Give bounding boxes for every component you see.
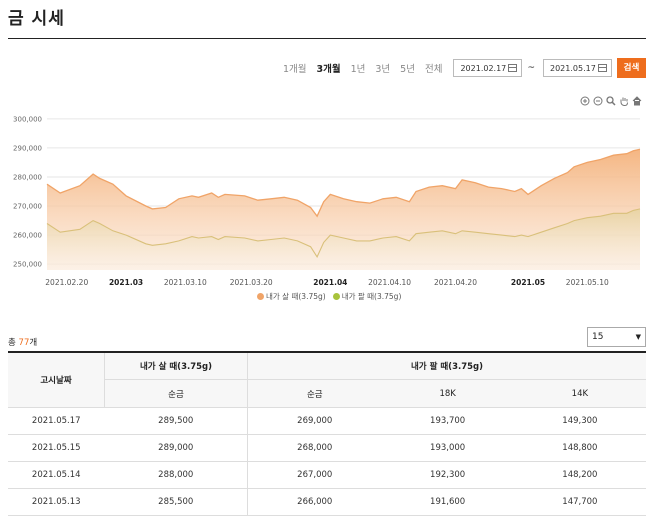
y-tick-label: 270,000 (13, 203, 42, 211)
col-date-header: 고시날짜 (8, 352, 105, 408)
magnifier-icon[interactable] (606, 96, 616, 106)
search-button[interactable]: 검색 (617, 58, 646, 78)
table-row: 2021.05.17 289,500 269,000 193,700 149,3… (8, 407, 646, 435)
period-1-month[interactable]: 1개월 (283, 61, 307, 75)
col-18k-header: 18K (381, 379, 514, 408)
home-icon[interactable] (632, 96, 642, 106)
cell-14k: 148,800 (513, 434, 646, 462)
total-count: 총 77개 (8, 336, 37, 348)
table-row: 2021.05.13 285,500 266,000 191,600 147,7… (8, 488, 646, 516)
period-filter-bar: 1개월 3개월 1년 3년 5년 전체 2021.02.17 ~ 2021.05… (278, 58, 646, 78)
dropdown-arrow-icon: ▼ (635, 333, 641, 341)
page-size-select[interactable]: 15 ▼ (587, 327, 646, 347)
x-tick-label: 2021.04.10 (368, 278, 411, 287)
y-tick-label: 280,000 (13, 173, 42, 181)
x-tick-label: 2021.02.20 (45, 278, 88, 287)
cell-14k: 147,700 (513, 488, 646, 516)
x-tick-label: 2021.05.10 (566, 278, 609, 287)
y-tick-label: 250,000 (13, 261, 42, 269)
period-all[interactable]: 전체 (425, 61, 442, 75)
start-date-input[interactable]: 2021.02.17 (453, 59, 523, 77)
zoom-in-icon[interactable] (580, 96, 590, 106)
total-suffix: 개 (29, 338, 38, 348)
total-count-value: 77 (18, 338, 30, 348)
title-divider (8, 38, 646, 39)
cell-buy: 289,500 (104, 407, 248, 435)
period-3-years[interactable]: 3년 (375, 61, 390, 75)
col-sell-group-header: 내가 팔 때(3.75g) (247, 352, 646, 380)
col-sell-pure-header: 순금 (247, 379, 382, 408)
total-prefix: 총 (8, 338, 19, 348)
calendar-icon[interactable] (508, 64, 518, 72)
x-tick-label: 2021.04.20 (434, 278, 477, 287)
y-tick-label: 290,000 (13, 144, 42, 152)
period-5-years[interactable]: 5년 (400, 61, 415, 75)
page-size-value: 15 (592, 332, 604, 342)
cell-sell-pure: 269,000 (247, 407, 382, 435)
chart-legend: 내가 살 때(3.75g) 내가 팔 때(3.75g) (257, 291, 401, 302)
cell-18k: 191,600 (381, 488, 514, 516)
table-row: 2021.05.14 288,000 267,000 192,300 148,2… (8, 461, 646, 489)
date-range-separator: ~ (527, 63, 535, 73)
period-1-year[interactable]: 1년 (351, 61, 366, 75)
col-14k-header: 14K (513, 379, 646, 408)
cell-date: 2021.05.13 (8, 488, 105, 516)
cell-14k: 148,200 (513, 461, 646, 489)
zoom-out-icon[interactable] (593, 96, 603, 106)
col-buy-group-header: 내가 살 때(3.75g) (104, 352, 248, 380)
x-tick-label: 2021.03 (109, 278, 143, 287)
price-chart: 300,000 290,000 280,000 270,000 260,000 250,0… (13, 115, 641, 287)
y-tick-label: 260,000 (13, 232, 42, 240)
x-tick-label: 2021.03.20 (230, 278, 273, 287)
start-date-value: 2021.02.17 (460, 64, 507, 73)
calendar-icon[interactable] (598, 64, 607, 72)
legend-dot-sell (332, 293, 340, 300)
x-tick-label: 2021.04 (313, 278, 347, 287)
end-date-value: 2021.05.17 (550, 64, 596, 73)
period-3-months[interactable]: 3개월 (316, 61, 340, 75)
legend-label-buy[interactable]: 내가 살 때(3.75g) (266, 291, 326, 302)
cell-sell-pure: 268,000 (247, 434, 382, 462)
end-date-input[interactable]: 2021.05.17 (543, 59, 612, 77)
cell-buy: 285,500 (104, 488, 248, 516)
cell-date: 2021.05.15 (8, 434, 105, 462)
x-tick-label: 2021.03.10 (164, 278, 207, 287)
cell-14k: 149,300 (513, 407, 646, 435)
table-row: 2021.05.15 289,000 268,000 193,000 148,8… (8, 434, 646, 462)
cell-18k: 193,700 (381, 407, 514, 435)
legend-dot-buy (257, 293, 264, 300)
chart-toolbar (580, 96, 642, 106)
cell-buy: 289,000 (104, 434, 248, 462)
col-buy-pure-header: 순금 (104, 379, 248, 408)
cell-buy: 288,000 (104, 461, 248, 489)
cell-date: 2021.05.17 (8, 407, 105, 435)
x-tick-label: 2021.05 (511, 278, 545, 287)
pan-hand-icon[interactable] (619, 96, 629, 106)
page-title: 금 시세 (8, 9, 65, 29)
cell-sell-pure: 266,000 (247, 488, 382, 516)
price-table: 고시날짜 내가 살 때(3.75g) 내가 팔 때(3.75g) 순금 순금 1… (8, 351, 646, 516)
y-tick-label: 300,000 (13, 115, 42, 123)
cell-18k: 192,300 (381, 461, 514, 489)
cell-date: 2021.05.14 (8, 461, 105, 489)
legend-label-sell[interactable]: 내가 팔 때(3.75g) (342, 291, 402, 302)
cell-sell-pure: 267,000 (247, 461, 382, 489)
cell-18k: 193,000 (381, 434, 514, 462)
